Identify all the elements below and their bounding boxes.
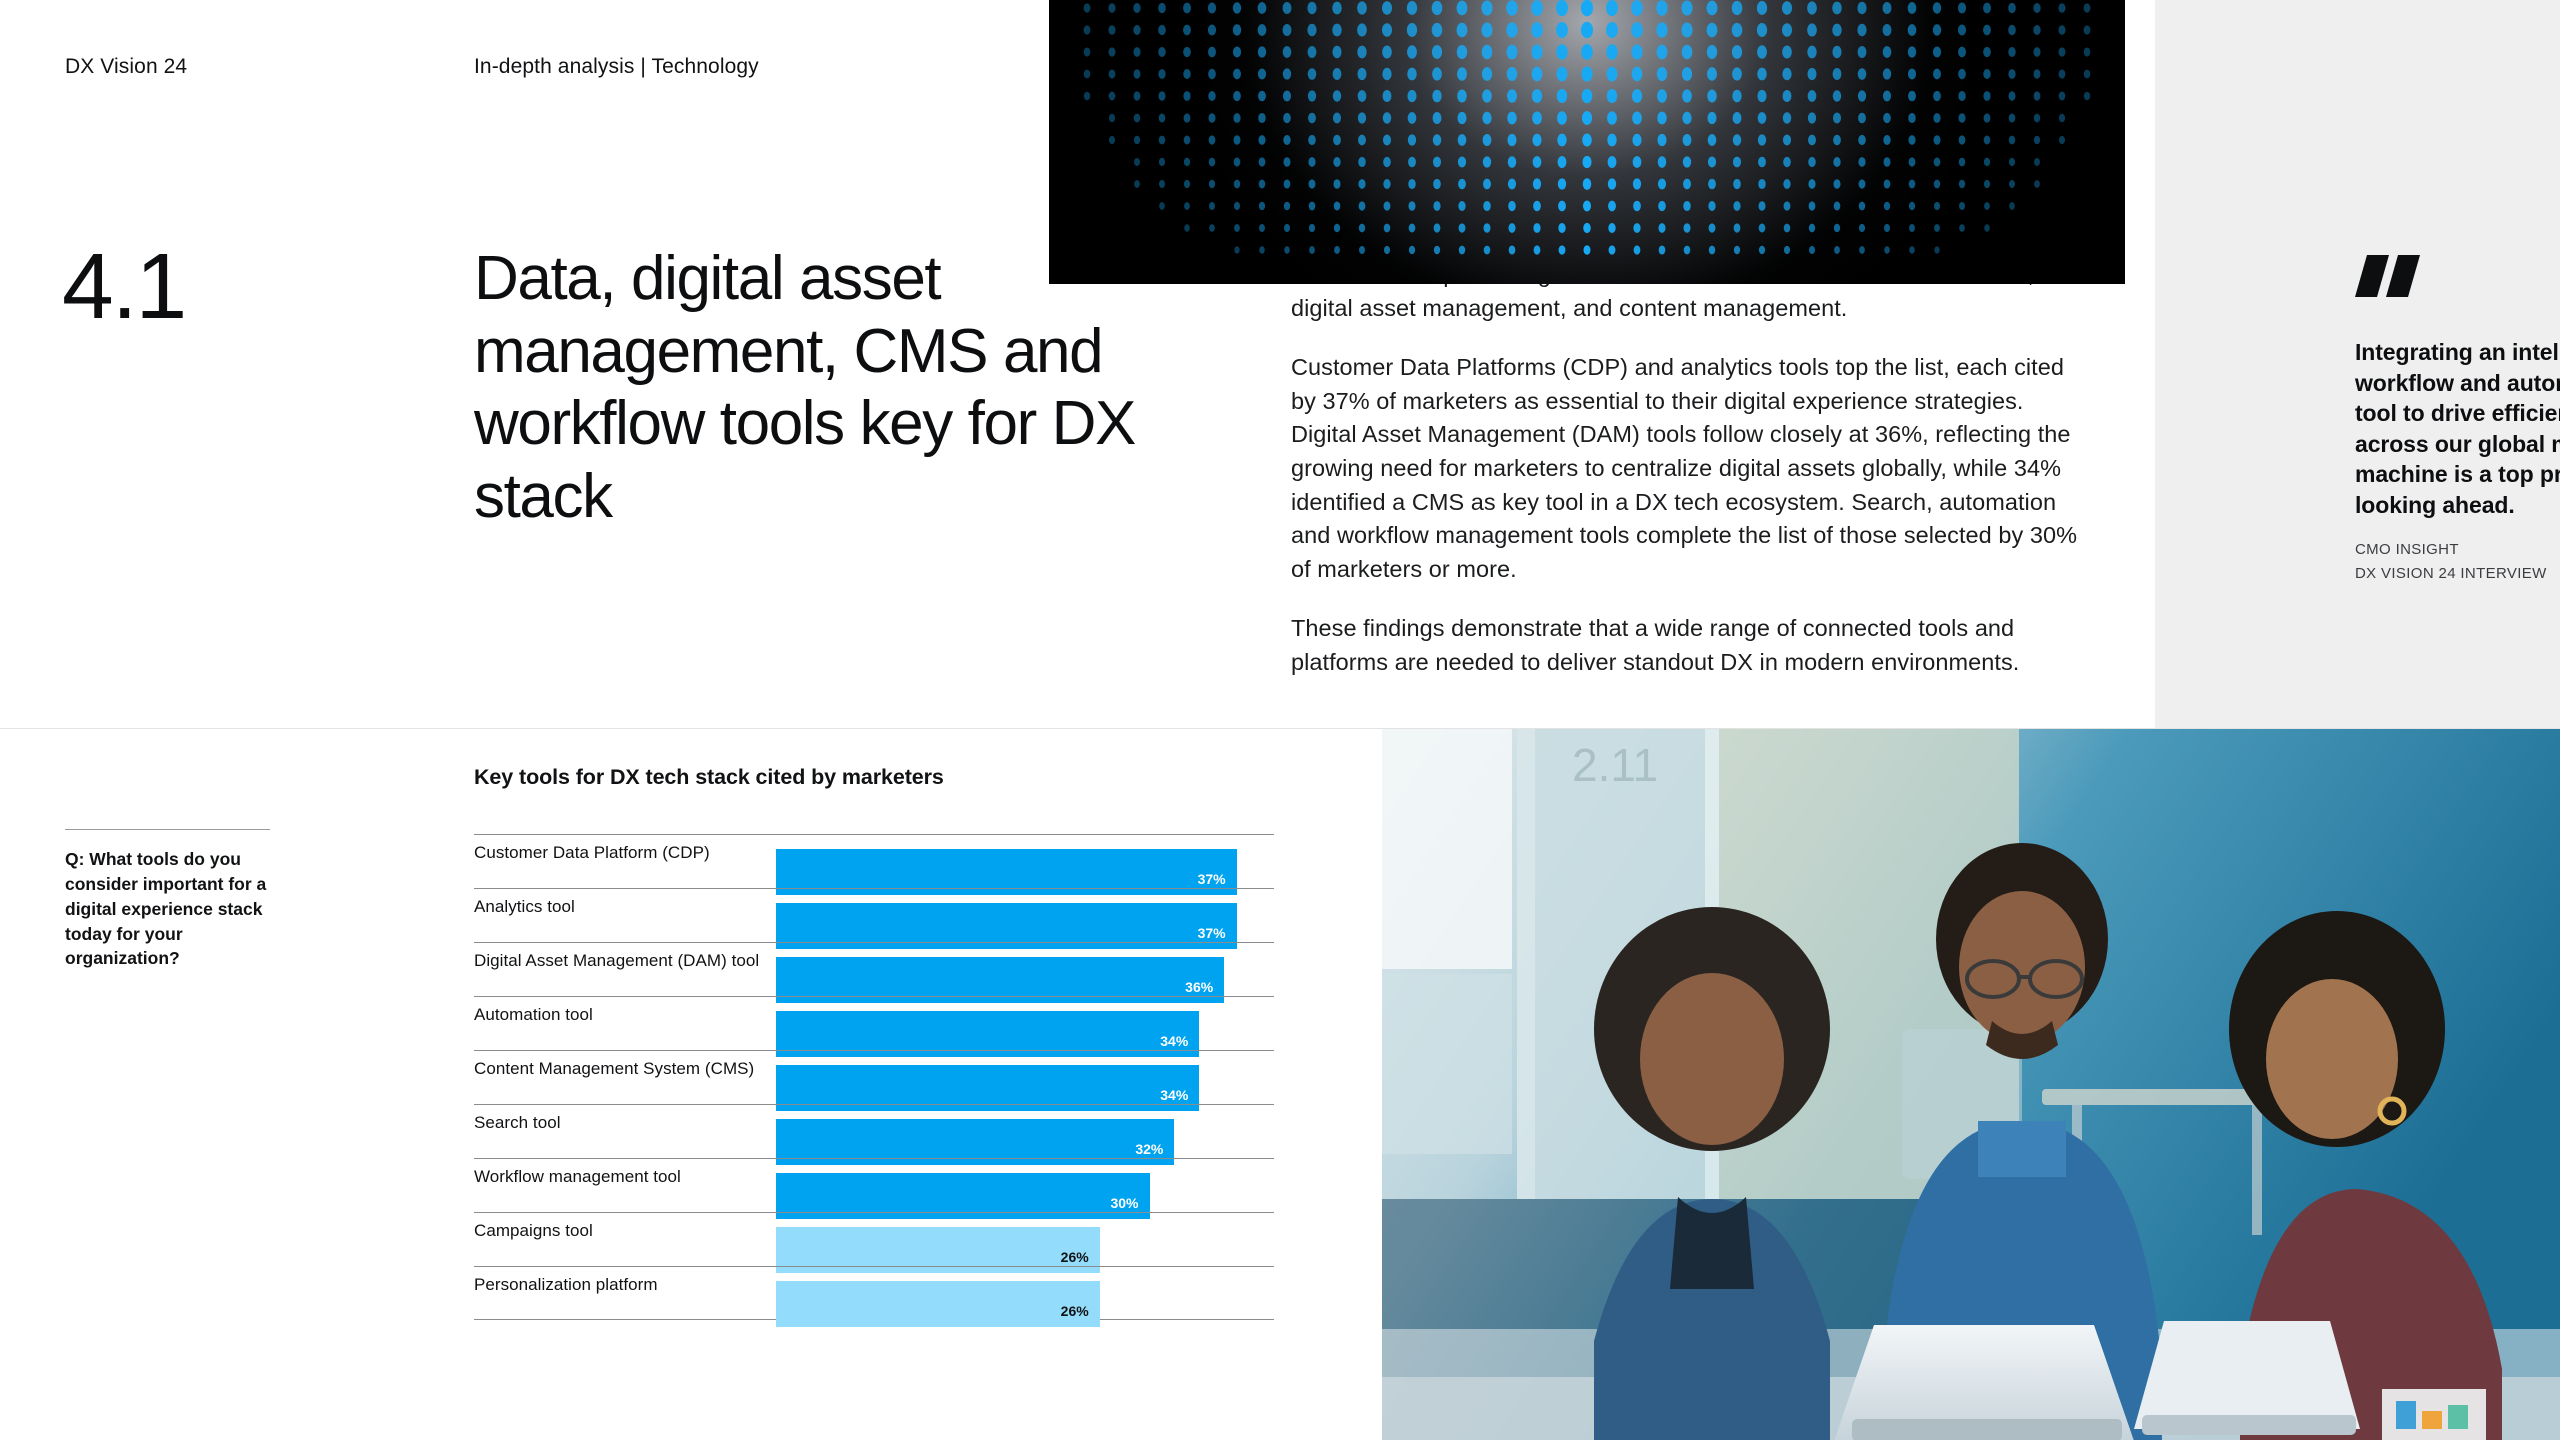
chart-value-label: 32% [1135, 1141, 1164, 1157]
chart-bar: 26% [776, 1281, 1100, 1327]
chart-value-label: 37% [1197, 925, 1226, 941]
halftone-dots-icon [1083, 0, 2091, 255]
double-quote-icon [2355, 255, 2420, 297]
chart-row: Workflow management tool 30% [474, 1158, 1274, 1219]
header-report-title: DX Vision 24 [65, 55, 188, 78]
chart-value-label: 26% [1060, 1249, 1089, 1265]
chart-category-label: Content Management System (CMS) [474, 1059, 755, 1078]
quote-attribution: CMO INSIGHT DX VISION 24 INTERVIEW [2355, 538, 2560, 586]
chart-value-label: 30% [1110, 1195, 1139, 1211]
report-page: DX Vision 24 In-depth analysis | Technol… [0, 0, 2560, 1440]
body-copy: Marketers are prioritizing tools that en… [1291, 258, 2091, 680]
body-paragraph-3: These findings demonstrate that a wide r… [1291, 615, 2020, 675]
chart-value-label: 34% [1160, 1033, 1189, 1049]
chart-category-label: Analytics tool [474, 897, 575, 916]
chart-row: Campaigns tool 26% [474, 1212, 1274, 1273]
chart-title: Key tools for DX tech stack cited by mar… [474, 765, 944, 789]
chart-category-label: Customer Data Platform (CDP) [474, 843, 710, 862]
page-title: Data, digital asset management, CMS and … [474, 244, 1136, 531]
chart-value-label: 34% [1160, 1087, 1189, 1103]
chart-row: Content Management System (CMS) 34% [474, 1050, 1274, 1111]
chart-row: Customer Data Platform (CDP) 37% [474, 834, 1274, 895]
chart-category-label: Workflow management tool [474, 1167, 681, 1186]
svg-text:2.11: 2.11 [1572, 739, 1658, 791]
survey-question-block: Q: What tools do you consider important … [65, 829, 270, 971]
header-breadcrumb: In-depth analysis | Technology [474, 55, 759, 78]
chart-row: Digital Asset Management (DAM) tool 36% [474, 942, 1274, 1003]
office-photo-illustration: 2.11 [1382, 729, 2560, 1440]
top-section: DX Vision 24 In-depth analysis | Technol… [0, 0, 2560, 728]
quote-source-role: CMO INSIGHT [2355, 541, 2459, 558]
section-number: 4.1 [62, 234, 187, 338]
chart-category-label: Campaigns tool [474, 1221, 593, 1240]
quote-panel: Integrating an intelligent workflow and … [2155, 0, 2560, 728]
chart-category-label: Personalization platform [474, 1275, 658, 1294]
chart-category-label: Automation tool [474, 1005, 593, 1024]
chart-category-label: Search tool [474, 1113, 561, 1132]
question-divider [65, 829, 270, 830]
office-photo: 2.11 [1382, 729, 2560, 1440]
quote-text: Integrating an intelligent workflow and … [2355, 339, 2560, 518]
quote-source-event: DX VISION 24 INTERVIEW [2355, 565, 2547, 582]
chart-value-label: 26% [1060, 1303, 1089, 1319]
chart-row: Analytics tool 37% [474, 888, 1274, 949]
chart-value-label: 37% [1197, 871, 1226, 887]
survey-question-text: Q: What tools do you consider important … [65, 849, 267, 969]
body-paragraph-2: Customer Data Platforms (CDP) and analyt… [1291, 354, 2078, 582]
chart-category-label: Digital Asset Management (DAM) tool [474, 951, 760, 970]
chart-row: Automation tool 34% [474, 996, 1274, 1057]
chart-rows: Customer Data Platform (CDP) 37% Analytics… [474, 834, 1274, 1327]
halftone-sphere-graphic [1049, 0, 2125, 284]
chart-row: Search tool 32% [474, 1104, 1274, 1165]
chart-row: Personalization platform 26% [474, 1266, 1274, 1327]
bar-chart: Key tools for DX tech stack cited by mar… [474, 765, 1274, 1327]
bottom-section: Q: What tools do you consider important … [0, 728, 2560, 1440]
chart-value-label: 36% [1185, 979, 1214, 995]
